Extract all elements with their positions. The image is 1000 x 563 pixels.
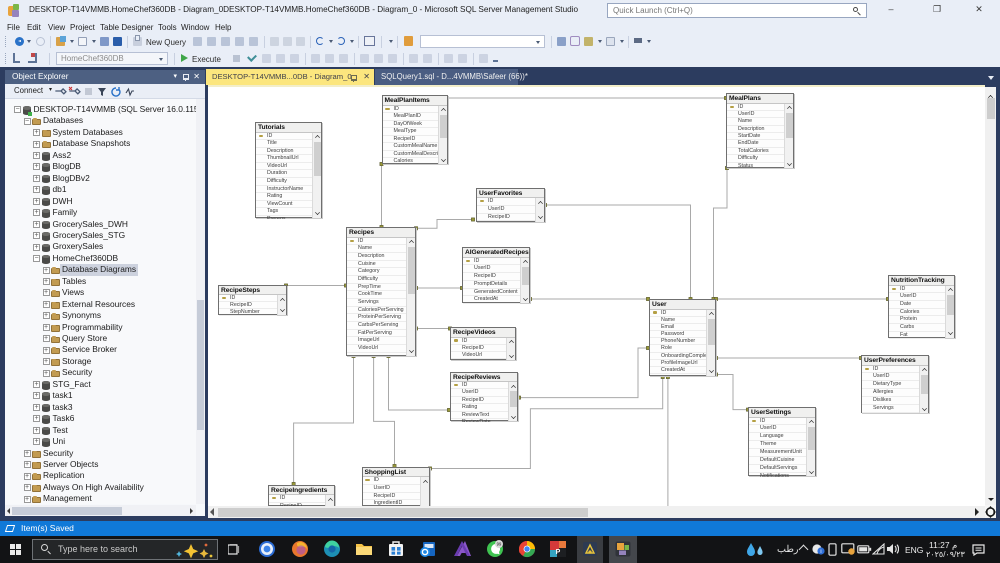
svg-text:99: 99 bbox=[497, 542, 502, 547]
svg-text:P: P bbox=[556, 549, 561, 556]
svg-text:i: i bbox=[820, 549, 821, 555]
